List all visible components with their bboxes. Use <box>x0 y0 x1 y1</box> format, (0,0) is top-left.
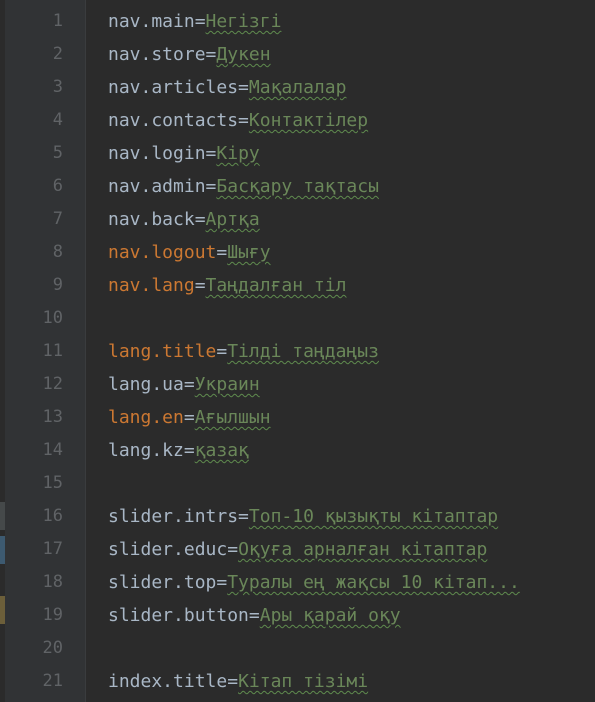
property-value: Топ-10 қызықты кітаптар <box>248 506 499 527</box>
line-number: 13 <box>42 407 63 427</box>
property-key: slider.educ <box>108 539 228 560</box>
code-editor[interactable]: 1 nav.main=Негізгі 2 nav.store=Дукен 3 n… <box>0 0 595 702</box>
code-line[interactable]: 4 nav.contacts=Контактілер <box>0 104 595 137</box>
code-line[interactable]: 16 slider.intrs=Топ-10 қызықты кітаптар <box>0 500 595 533</box>
property-value: Тілді таңдаңыз <box>227 341 379 362</box>
code-line[interactable]: 12 lang.ua=Украин <box>0 368 595 401</box>
property-value: Басқару тақтасы <box>216 176 379 197</box>
property-value: Кітап тізімі <box>238 671 369 692</box>
property-key: nav.login <box>108 143 206 164</box>
line-number: 7 <box>52 209 63 229</box>
property-key: lang.kz <box>108 440 184 461</box>
property-key: nav.contacts <box>108 110 239 131</box>
property-key: lang.ua <box>108 374 184 395</box>
property-value: Оқуға арналған кітаптар <box>238 539 488 560</box>
code-line[interactable]: 7 nav.back=Артқа <box>0 203 595 236</box>
property-key: nav.main <box>108 11 195 32</box>
code-line[interactable]: 1 nav.main=Негізгі <box>0 5 595 38</box>
property-value: Туралы ең жақсы 10 кітап... <box>227 572 520 593</box>
code-line[interactable]: 20 <box>0 632 595 665</box>
line-number: 11 <box>42 341 63 361</box>
equals-sign: = <box>227 539 239 560</box>
line-number: 20 <box>42 638 63 658</box>
line-number: 14 <box>42 440 63 460</box>
code-line[interactable]: 9 nav.lang=Таңдалған тіл <box>0 269 595 302</box>
property-value: қазақ <box>194 440 249 461</box>
equals-sign: = <box>194 275 206 296</box>
code-line[interactable]: 10 <box>0 302 595 335</box>
code-line[interactable]: 14 lang.kz=қазақ <box>0 434 595 467</box>
code-line[interactable]: 18 slider.top=Туралы ең жақсы 10 кітап..… <box>0 566 595 599</box>
property-value: Мақалалар <box>248 77 347 98</box>
property-value: Ары қарай оқу <box>259 605 401 626</box>
line-number: 4 <box>52 110 63 130</box>
code-line[interactable]: 19 slider.button=Ары қарай оқу <box>0 599 595 632</box>
property-key: slider.top <box>108 572 217 593</box>
property-key: nav.articles <box>108 77 239 98</box>
equals-sign: = <box>248 605 260 626</box>
property-key: index.title <box>108 671 228 692</box>
line-number: 9 <box>52 275 63 295</box>
property-key: nav.back <box>108 209 195 230</box>
line-number: 1 <box>52 11 63 31</box>
property-value: Шығу <box>227 242 271 263</box>
property-key: nav.admin <box>108 176 206 197</box>
property-value: Таңдалған тіл <box>205 275 347 296</box>
code-line[interactable]: 15 <box>0 467 595 500</box>
property-key: lang.en <box>108 407 184 428</box>
line-number: 18 <box>42 572 63 592</box>
line-number: 3 <box>52 77 63 97</box>
property-key: nav.store <box>108 44 206 65</box>
code-line[interactable]: 5 nav.login=Кіру <box>0 137 595 170</box>
code-line[interactable]: 3 nav.articles=Мақалалар <box>0 71 595 104</box>
property-key: lang.title <box>108 341 217 362</box>
property-value: Контактілер <box>248 110 369 131</box>
equals-sign: = <box>216 242 228 263</box>
equals-sign: = <box>238 77 249 98</box>
property-value: Дукен <box>216 44 271 65</box>
line-number: 15 <box>42 473 63 493</box>
code-line[interactable]: 17 slider.educ=Оқуға арналған кітаптар <box>0 533 595 566</box>
line-number: 8 <box>52 242 63 262</box>
code-line[interactable]: 6 nav.admin=Басқару тақтасы <box>0 170 595 203</box>
equals-sign: = <box>205 176 217 197</box>
line-number: 6 <box>52 176 63 196</box>
equals-sign: = <box>183 440 195 461</box>
line-number: 12 <box>42 374 63 394</box>
code-line[interactable]: 21 index.title=Кітап тізімі <box>0 665 595 698</box>
line-number: 5 <box>52 143 63 163</box>
line-number: 10 <box>42 308 63 328</box>
equals-sign: = <box>216 341 228 362</box>
property-value: Ағылшын <box>194 407 271 428</box>
code-line[interactable]: 8 nav.logout=Шығу <box>0 236 595 269</box>
property-value: Артқа <box>205 209 260 230</box>
line-number: 21 <box>42 671 63 691</box>
equals-sign: = <box>205 44 217 65</box>
equals-sign: = <box>227 671 239 692</box>
property-key: slider.intrs <box>108 506 239 527</box>
property-value: Негізгі <box>205 11 282 32</box>
equals-sign: = <box>183 374 195 395</box>
equals-sign: = <box>194 209 206 230</box>
line-number: 17 <box>42 539 63 559</box>
equals-sign: = <box>238 110 249 131</box>
line-number: 2 <box>52 44 63 64</box>
code-line[interactable]: 13 lang.en=Ағылшын <box>0 401 595 434</box>
property-key: nav.logout <box>108 242 217 263</box>
line-number: 16 <box>42 506 63 526</box>
property-key: slider.button <box>108 605 249 626</box>
code-line[interactable]: 2 nav.store=Дукен <box>0 38 595 71</box>
equals-sign: = <box>216 572 228 593</box>
equals-sign: = <box>238 506 249 527</box>
equals-sign: = <box>194 11 206 32</box>
equals-sign: = <box>183 407 195 428</box>
property-key: nav.lang <box>108 275 195 296</box>
property-value: Украин <box>194 374 260 395</box>
line-number: 19 <box>42 605 63 625</box>
property-value: Кіру <box>216 143 260 164</box>
equals-sign: = <box>205 143 217 164</box>
code-line[interactable]: 11 lang.title=Тілді таңдаңыз <box>0 335 595 368</box>
